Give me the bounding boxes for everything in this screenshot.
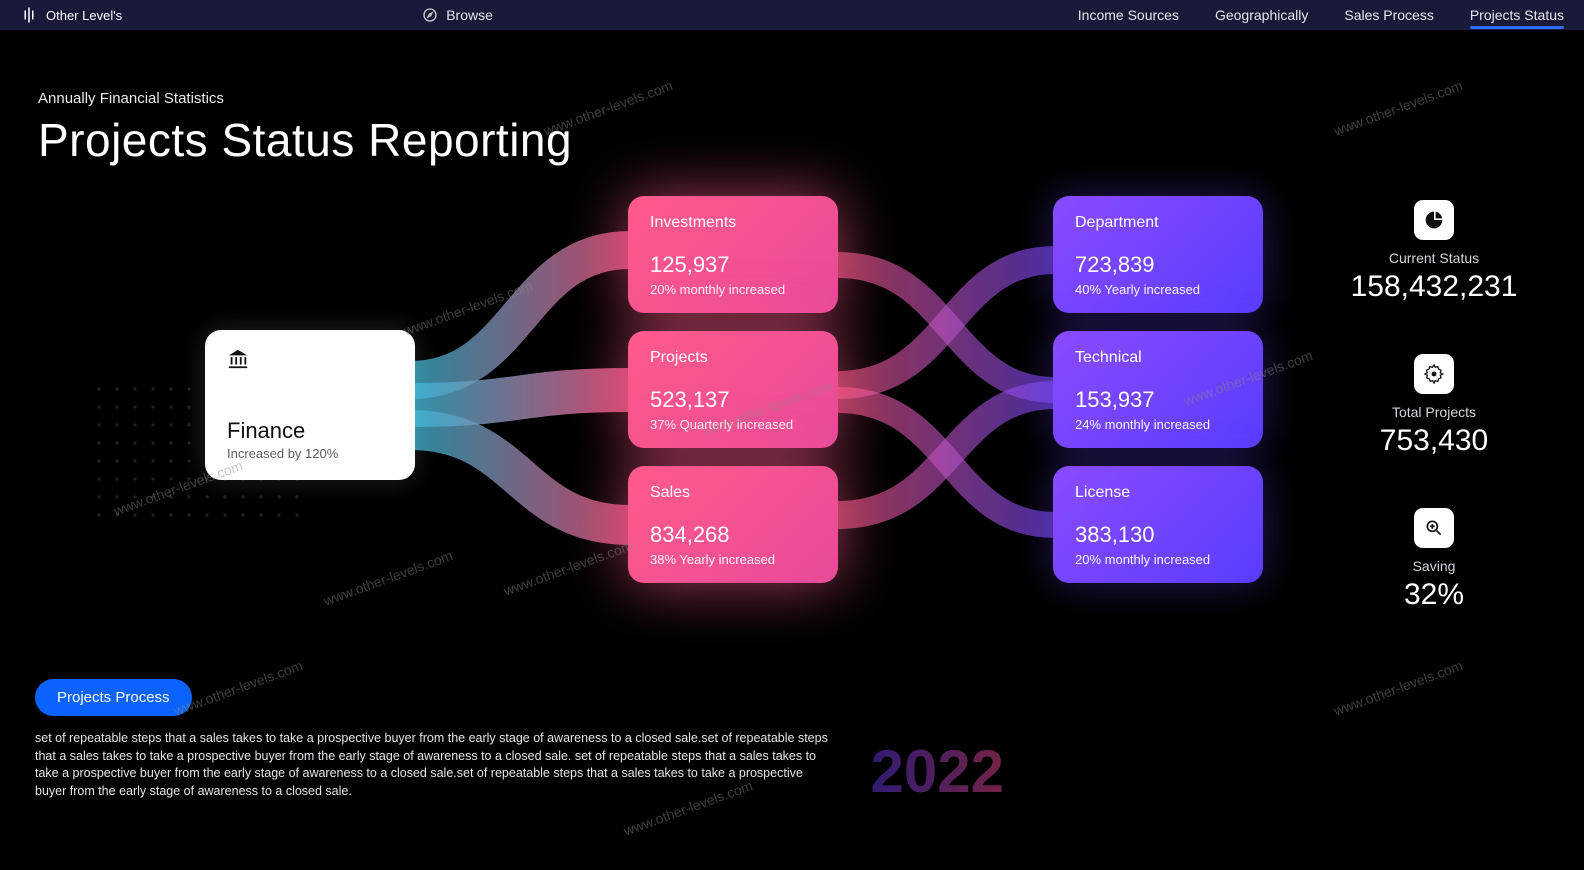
nav-geographically[interactable]: Geographically	[1215, 7, 1308, 23]
footer-description: set of repeatable steps that a sales tak…	[35, 730, 835, 800]
node-label: Projects	[650, 349, 816, 367]
node-sub: 37% Quarterly increased	[650, 417, 816, 432]
stat-total-projects: Total Projects 753,430	[1334, 354, 1534, 458]
node-value: 383,130	[1075, 522, 1241, 548]
node-sub: 40% Yearly increased	[1075, 282, 1241, 297]
node-finance[interactable]: Finance Increased by 120%	[205, 330, 415, 480]
footer: Projects Process set of repeatable steps…	[35, 679, 1544, 800]
nav-projects-status[interactable]: Projects Status	[1470, 7, 1564, 23]
node-sub: 24% monthly increased	[1075, 417, 1241, 432]
browse-label: Browse	[446, 7, 493, 23]
node-label: Sales	[650, 484, 816, 502]
stat-saving: Saving 32%	[1334, 508, 1534, 612]
stat-label: Total Projects	[1334, 404, 1534, 420]
node-sales[interactable]: Sales 834,268 38% Yearly increased	[628, 466, 838, 583]
compass-icon	[422, 7, 438, 23]
node-sub: Increased by 120%	[227, 446, 393, 461]
node-label: Investments	[650, 214, 816, 232]
node-label: Department	[1075, 214, 1241, 232]
stat-label: Saving	[1334, 558, 1534, 574]
nav: Income Sources Geographically Sales Proc…	[1078, 7, 1564, 23]
node-sub: 20% monthly increased	[1075, 552, 1241, 567]
node-department[interactable]: Department 723,839 40% Yearly increased	[1053, 196, 1263, 313]
nav-income-sources[interactable]: Income Sources	[1078, 7, 1179, 23]
node-value: 723,839	[1075, 252, 1241, 278]
projects-process-button[interactable]: Projects Process	[35, 679, 192, 716]
year-badge: 2022	[871, 737, 1004, 806]
gear-icon	[1414, 354, 1454, 394]
node-sub: 20% monthly increased	[650, 282, 816, 297]
browse-link[interactable]: Browse	[422, 7, 493, 23]
node-label: License	[1075, 484, 1241, 502]
header: Other Level's Browse Income Sources Geog…	[0, 0, 1584, 30]
node-value: 153,937	[1075, 387, 1241, 413]
node-license[interactable]: License 383,130 20% monthly increased	[1053, 466, 1263, 583]
page-eyebrow: Annually Financial Statistics	[38, 90, 572, 107]
node-value: 523,137	[650, 387, 816, 413]
stat-current-status: Current Status 158,432,231	[1334, 200, 1534, 304]
node-value: 834,268	[650, 522, 816, 548]
zoom-icon	[1414, 508, 1454, 548]
node-label: Technical	[1075, 349, 1241, 367]
logo-icon	[20, 6, 38, 24]
page-title: Projects Status Reporting	[38, 113, 572, 167]
sankey-flow: Finance Increased by 120% Investments 12…	[0, 190, 1300, 620]
watermark: www.other-levels.com	[1331, 77, 1464, 139]
bank-icon	[227, 348, 393, 376]
node-investments[interactable]: Investments 125,937 20% monthly increase…	[628, 196, 838, 313]
stat-value: 158,432,231	[1334, 270, 1534, 304]
node-technical[interactable]: Technical 153,937 24% monthly increased	[1053, 331, 1263, 448]
node-label: Finance	[227, 418, 393, 444]
stat-value: 753,430	[1334, 424, 1534, 458]
node-projects[interactable]: Projects 523,137 37% Quarterly increased	[628, 331, 838, 448]
pie-chart-icon	[1414, 200, 1454, 240]
stat-label: Current Status	[1334, 250, 1534, 266]
node-value: 125,937	[650, 252, 816, 278]
brand-text: Other Level's	[46, 8, 122, 23]
title-block: Annually Financial Statistics Projects S…	[38, 90, 572, 167]
nav-sales-process[interactable]: Sales Process	[1344, 7, 1433, 23]
node-sub: 38% Yearly increased	[650, 552, 816, 567]
stat-value: 32%	[1334, 578, 1534, 612]
stats-column: Current Status 158,432,231 Total Project…	[1334, 200, 1534, 612]
brand-logo: Other Level's	[20, 6, 122, 24]
